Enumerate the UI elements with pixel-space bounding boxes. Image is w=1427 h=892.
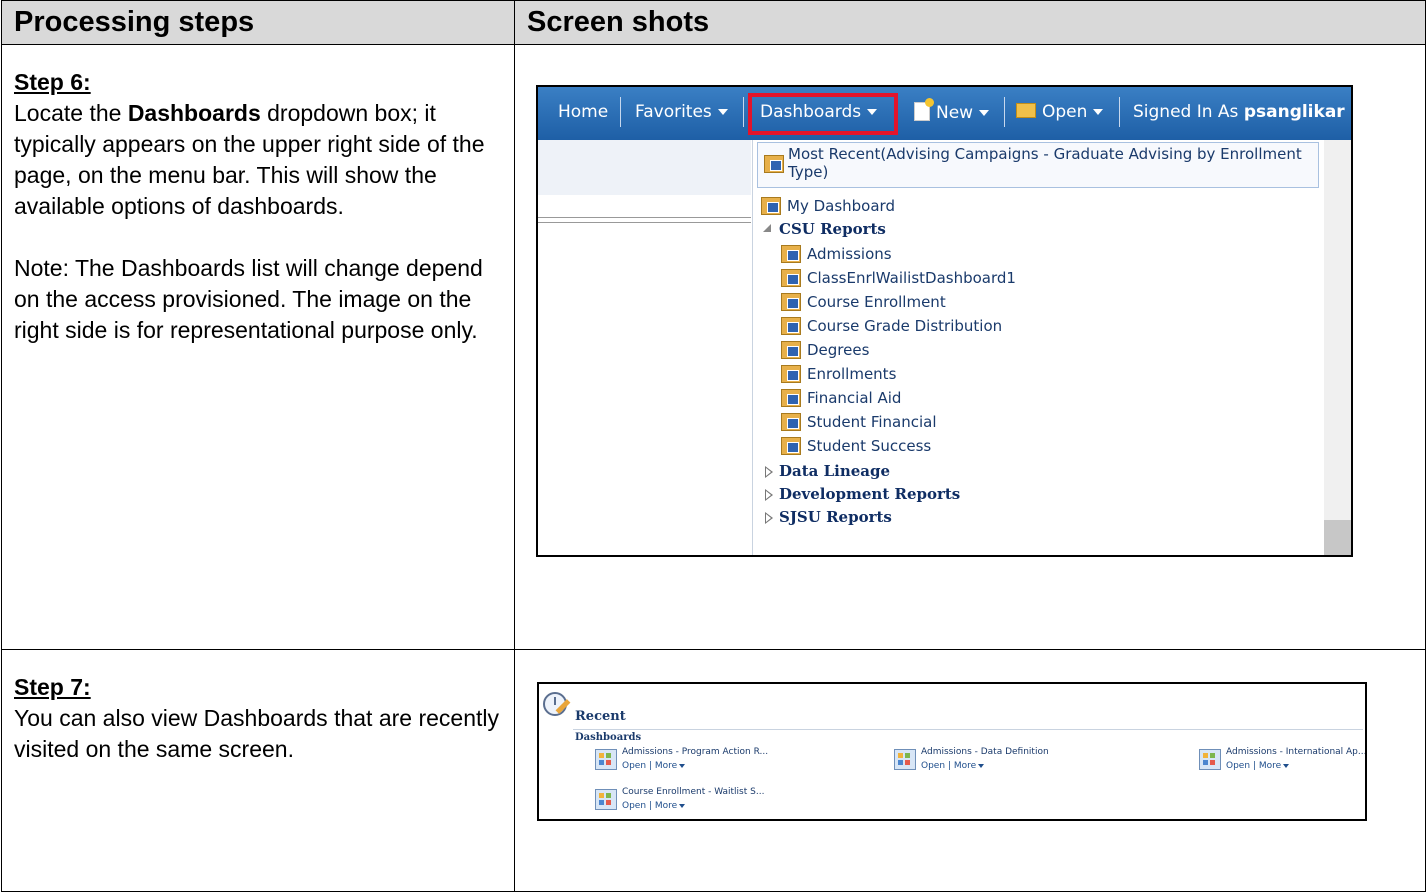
nav-favorites[interactable]: Favorites <box>635 102 728 122</box>
collapsed-triangle-icon[interactable] <box>765 489 773 501</box>
step-7-title: Step 7: <box>14 674 91 700</box>
nav-open-label: Open <box>1042 102 1088 122</box>
chevron-down-icon <box>1283 763 1290 768</box>
dashboard-icon <box>761 197 781 215</box>
nav-home[interactable]: Home <box>558 102 608 122</box>
signed-in-label: Signed In As <box>1133 102 1239 122</box>
signed-in-user: psanglikar <box>1243 102 1345 122</box>
header-processing-steps: Processing steps <box>1 0 515 45</box>
step-7-cell: Step 7: You can also view Dashboards tha… <box>1 649 515 892</box>
open-link[interactable]: Open <box>1226 761 1250 771</box>
collapsed-triangle-icon[interactable] <box>765 512 773 524</box>
header-screen-shots: Screen shots <box>514 0 1426 45</box>
dashboard-icon <box>764 155 784 173</box>
step-6-instruction: Locate the Dashboards dropdown box; it t… <box>14 98 500 222</box>
more-link[interactable]: More <box>1259 761 1281 771</box>
step-6-text-pre: Locate the <box>14 100 128 126</box>
menu-item-dashboard[interactable]: Enrollments <box>807 365 896 383</box>
step-7-text: You can also view Dashboards that are re… <box>14 705 499 762</box>
vertical-scrollbar[interactable] <box>1324 140 1351 555</box>
step-6-cell: Step 6: Locate the Dashboards dropdown b… <box>1 44 515 650</box>
procedure-table: Processing steps Screen shots Step 6: Lo… <box>1 0 1426 892</box>
menu-group-data-lineage[interactable]: Data Lineage <box>779 462 890 480</box>
card-links: Open | More <box>921 761 985 771</box>
chevron-down-icon <box>1350 109 1351 115</box>
menu-bar: Home Favorites Dashboards New Open Signe… <box>538 87 1351 140</box>
menu-item-most-recent[interactable]: Most Recent(Advising Campaigns - Graduat… <box>757 142 1319 188</box>
nav-new-label: New <box>936 103 974 123</box>
dashboards-dropdown-screenshot: Home Favorites Dashboards New Open Signe… <box>536 85 1353 557</box>
recent-title: Recent <box>575 709 626 724</box>
menu-item-dashboard[interactable]: Student Financial <box>807 413 937 431</box>
menu-item-dashboard[interactable]: Course Enrollment <box>807 293 946 311</box>
menu-item-dashboard[interactable]: Student Success <box>807 437 931 455</box>
dashboard-icon <box>781 341 801 359</box>
nav-favorites-label: Favorites <box>635 102 712 122</box>
dashboard-icon <box>781 245 801 263</box>
dashboards-highlight-box <box>748 93 898 135</box>
menu-item-dashboard[interactable]: Course Grade Distribution <box>807 317 1002 335</box>
more-link[interactable]: More <box>655 761 677 771</box>
card-title[interactable]: Course Enrollment - Waitlist S... <box>622 787 764 797</box>
recent-section-dashboards: Dashboards <box>575 732 642 743</box>
scrollbar-thumb[interactable] <box>1324 520 1351 555</box>
open-link[interactable]: Open <box>921 761 945 771</box>
menu-item-dashboard[interactable]: Admissions <box>807 245 892 263</box>
open-link[interactable]: Open <box>622 801 646 811</box>
nav-new[interactable]: New <box>914 98 990 123</box>
expanded-triangle-icon[interactable] <box>763 224 771 232</box>
card-title[interactable]: Admissions - Data Definition <box>921 747 1049 757</box>
recent-dashboards-screenshot: Recent Dashboards Admissions - Program A… <box>537 682 1367 821</box>
chevron-down-icon <box>717 109 728 115</box>
dashboard-icon <box>781 365 801 383</box>
chevron-down-icon <box>1093 109 1104 115</box>
screenshot-1-cell: Home Favorites Dashboards New Open Signe… <box>514 44 1426 650</box>
dashboards-dropdown-menu: Most Recent(Advising Campaigns - Graduat… <box>752 140 1325 555</box>
card-links: Open | More <box>622 801 686 811</box>
menu-item-dashboard[interactable]: ClassEnrlWailistDashboard1 <box>807 269 1016 287</box>
chevron-down-icon <box>679 763 686 768</box>
collapsed-triangle-icon[interactable] <box>765 466 773 478</box>
step-6-title: Step 6: <box>14 69 91 95</box>
dashboard-icon <box>595 749 617 770</box>
dashboard-icon <box>1199 749 1221 770</box>
dashboard-icon <box>894 749 916 770</box>
dashboard-icon <box>781 389 801 407</box>
step-6-text-bold: Dashboards <box>127 100 261 126</box>
more-link[interactable]: More <box>954 761 976 771</box>
card-title[interactable]: Admissions - Program Action R... <box>622 747 768 757</box>
dashboard-icon <box>781 293 801 311</box>
menu-item-my-dashboard[interactable]: My Dashboard <box>787 197 895 215</box>
dashboard-icon <box>781 437 801 455</box>
menu-group-csu-reports[interactable]: CSU Reports <box>779 220 886 238</box>
menu-item-dashboard[interactable]: Financial Aid <box>807 389 901 407</box>
card-links: Open | More <box>1226 761 1290 771</box>
nav-open[interactable]: Open <box>1016 102 1104 122</box>
chevron-down-icon <box>978 763 985 768</box>
card-links: Open | More <box>622 761 686 771</box>
dashboard-icon <box>781 413 801 431</box>
new-document-icon <box>914 98 934 121</box>
dashboard-icon <box>781 317 801 335</box>
folder-icon <box>1016 103 1036 118</box>
chevron-down-icon <box>679 803 686 808</box>
open-link[interactable]: Open <box>622 761 646 771</box>
step-6-note: Note: The Dashboards list will change de… <box>14 255 483 343</box>
most-recent-label: Most Recent(Advising Campaigns - Graduat… <box>788 145 1302 181</box>
menu-item-dashboard[interactable]: Degrees <box>807 341 869 359</box>
chevron-down-icon <box>979 110 990 116</box>
dashboard-icon <box>595 789 617 810</box>
menu-group-sjsu-reports[interactable]: SJSU Reports <box>779 508 892 526</box>
card-title[interactable]: Admissions - International Ap... <box>1226 747 1365 757</box>
more-link[interactable]: More <box>655 801 677 811</box>
nav-signed-in[interactable]: Signed In As psanglikar <box>1133 102 1351 122</box>
page-background-pane <box>538 140 751 555</box>
screenshot-2-cell: Recent Dashboards Admissions - Program A… <box>514 649 1426 892</box>
menu-group-development-reports[interactable]: Development Reports <box>779 485 960 503</box>
dashboard-icon <box>781 269 801 287</box>
